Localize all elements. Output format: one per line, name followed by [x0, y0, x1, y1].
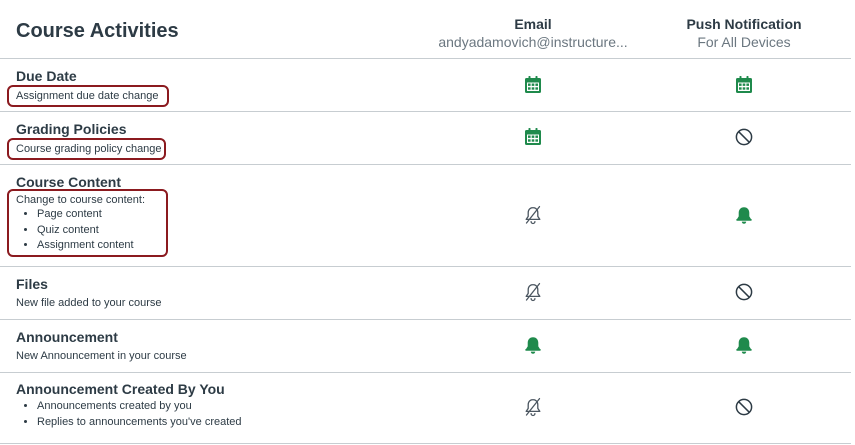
row-title: Course Content	[16, 174, 121, 190]
bell-icon	[525, 337, 541, 354]
no-icon	[735, 128, 753, 146]
push-column-subtitle: For All Devices	[697, 34, 791, 50]
push-column-header: Push Notification For All Devices	[639, 16, 849, 51]
email-setting-due-date[interactable]	[522, 74, 544, 96]
email-setting-course-content[interactable]	[522, 204, 544, 226]
bell-icon	[736, 337, 752, 354]
list-item: Page content	[37, 207, 134, 223]
list-item: Assignment content	[37, 238, 134, 254]
row-bullet-list: Page content Quiz content Assignment con…	[16, 207, 134, 254]
table-row-grading-policies: Grading Policies Course grading policy c…	[0, 112, 851, 165]
list-item: Announcements created by you	[37, 399, 242, 415]
calendar-icon	[736, 76, 752, 93]
email-setting-grading-policies[interactable]	[522, 126, 544, 148]
push-setting-due-date[interactable]	[733, 74, 755, 96]
notification-preferences-page: Course Activities Email andyadamovich@in…	[0, 0, 855, 445]
row-title: Files	[16, 276, 48, 292]
email-setting-files[interactable]	[522, 281, 544, 303]
row-description: Course grading policy change	[16, 143, 162, 155]
push-column-label: Push Notification	[686, 16, 802, 32]
calendar-icon	[525, 76, 541, 93]
calendar-icon	[525, 128, 541, 145]
list-item: Replies to announcements you've created	[37, 415, 242, 431]
bell-off-icon	[525, 397, 541, 417]
email-address: andyadamovich@instructure...	[438, 34, 628, 50]
push-setting-announcement[interactable]	[733, 334, 755, 356]
push-setting-announcement-created-by-you[interactable]	[733, 396, 755, 418]
email-setting-announcement-created-by-you[interactable]	[522, 396, 544, 418]
push-setting-course-content[interactable]	[733, 204, 755, 226]
row-bullet-list: Announcements created by you Replies to …	[16, 399, 242, 430]
table-header: Course Activities Email andyadamovich@in…	[0, 0, 851, 59]
row-description: New Announcement in your course	[16, 350, 187, 362]
row-title: Grading Policies	[16, 121, 127, 137]
bell-off-icon	[525, 282, 541, 302]
bell-off-icon	[525, 205, 541, 225]
row-description: New file added to your course	[16, 297, 162, 309]
row-description: Change to course content:	[16, 194, 146, 206]
table-row-due-date: Due Date Assignment due date change	[0, 59, 851, 112]
bell-icon	[736, 207, 752, 224]
table-row-announcement: Announcement New Announcement in your co…	[0, 320, 851, 373]
no-icon	[735, 398, 753, 416]
push-setting-grading-policies[interactable]	[733, 126, 755, 148]
email-column-header: Email andyadamovich@instructure...	[428, 16, 638, 51]
table-row-files: Files New file added to your course	[0, 267, 851, 320]
row-description: Assignment due date change	[16, 90, 159, 102]
row-title: Due Date	[16, 68, 77, 84]
row-title: Announcement Created By You	[16, 381, 225, 397]
page-title: Course Activities	[16, 20, 179, 42]
push-setting-files[interactable]	[733, 281, 755, 303]
no-icon	[735, 283, 753, 301]
email-column-label: Email	[514, 16, 552, 32]
table-row-announcement-created-by-you: Announcement Created By You Announcement…	[0, 373, 851, 444]
table-row-course-content: Course Content Change to course content:…	[0, 165, 851, 267]
list-item: Quiz content	[37, 223, 134, 239]
row-title: Announcement	[16, 329, 118, 345]
email-setting-announcement[interactable]	[522, 334, 544, 356]
